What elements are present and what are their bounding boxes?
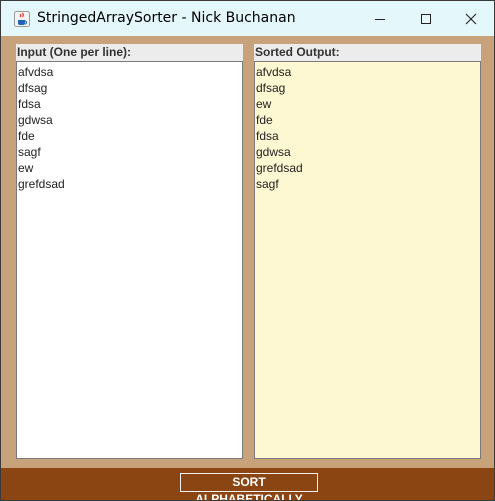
bottom-bar: SORT ALPHABETICALLY — [1, 468, 494, 500]
output-panel: Sorted Output: afvdsa dfsag ew fde fdsa … — [254, 44, 481, 460]
input-line: sagf — [18, 145, 41, 159]
close-icon — [465, 13, 477, 25]
input-line: grefdsad — [18, 177, 65, 191]
minimize-icon — [375, 19, 385, 20]
output-line: dfsag — [256, 81, 286, 95]
input-panel-label: Input (One per line): — [16, 44, 243, 61]
output-textarea[interactable]: afvdsa dfsag ew fde fdsa gdwsa grefdsad … — [254, 61, 481, 459]
output-line: sagf — [256, 177, 279, 191]
maximize-button[interactable] — [403, 1, 449, 36]
input-line: dfsag — [18, 81, 48, 95]
title-bar[interactable]: StringedArraySorter - Nick Buchanan — [1, 1, 494, 36]
maximize-icon — [421, 14, 431, 24]
sort-alphabetically-button[interactable]: SORT ALPHABETICALLY — [180, 473, 318, 500]
java-cup-icon — [14, 11, 30, 27]
output-line: grefdsad — [256, 161, 303, 175]
output-panel-label: Sorted Output: — [254, 44, 481, 61]
input-line: ew — [18, 161, 34, 175]
output-line: gdwsa — [256, 145, 291, 159]
close-button[interactable] — [448, 1, 494, 36]
input-panel: Input (One per line): afvdsa dfsag fdsa … — [16, 44, 243, 460]
input-line: fde — [18, 129, 35, 143]
main-content: Input (One per line): afvdsa dfsag fdsa … — [1, 36, 494, 468]
output-line: afvdsa — [256, 65, 292, 79]
input-line: gdwsa — [18, 113, 53, 127]
output-line: ew — [256, 97, 272, 111]
input-textarea[interactable]: afvdsa dfsag fdsa gdwsa fde sagf ew gref… — [16, 61, 243, 459]
input-line: afvdsa — [18, 65, 54, 79]
input-line: fdsa — [18, 97, 41, 111]
window-title: StringedArraySorter - Nick Buchanan — [37, 10, 296, 26]
output-line: fde — [256, 113, 273, 127]
minimize-button[interactable] — [357, 1, 403, 36]
app-window: StringedArraySorter - Nick Buchanan Inpu… — [0, 0, 495, 501]
output-line: fdsa — [256, 129, 279, 143]
